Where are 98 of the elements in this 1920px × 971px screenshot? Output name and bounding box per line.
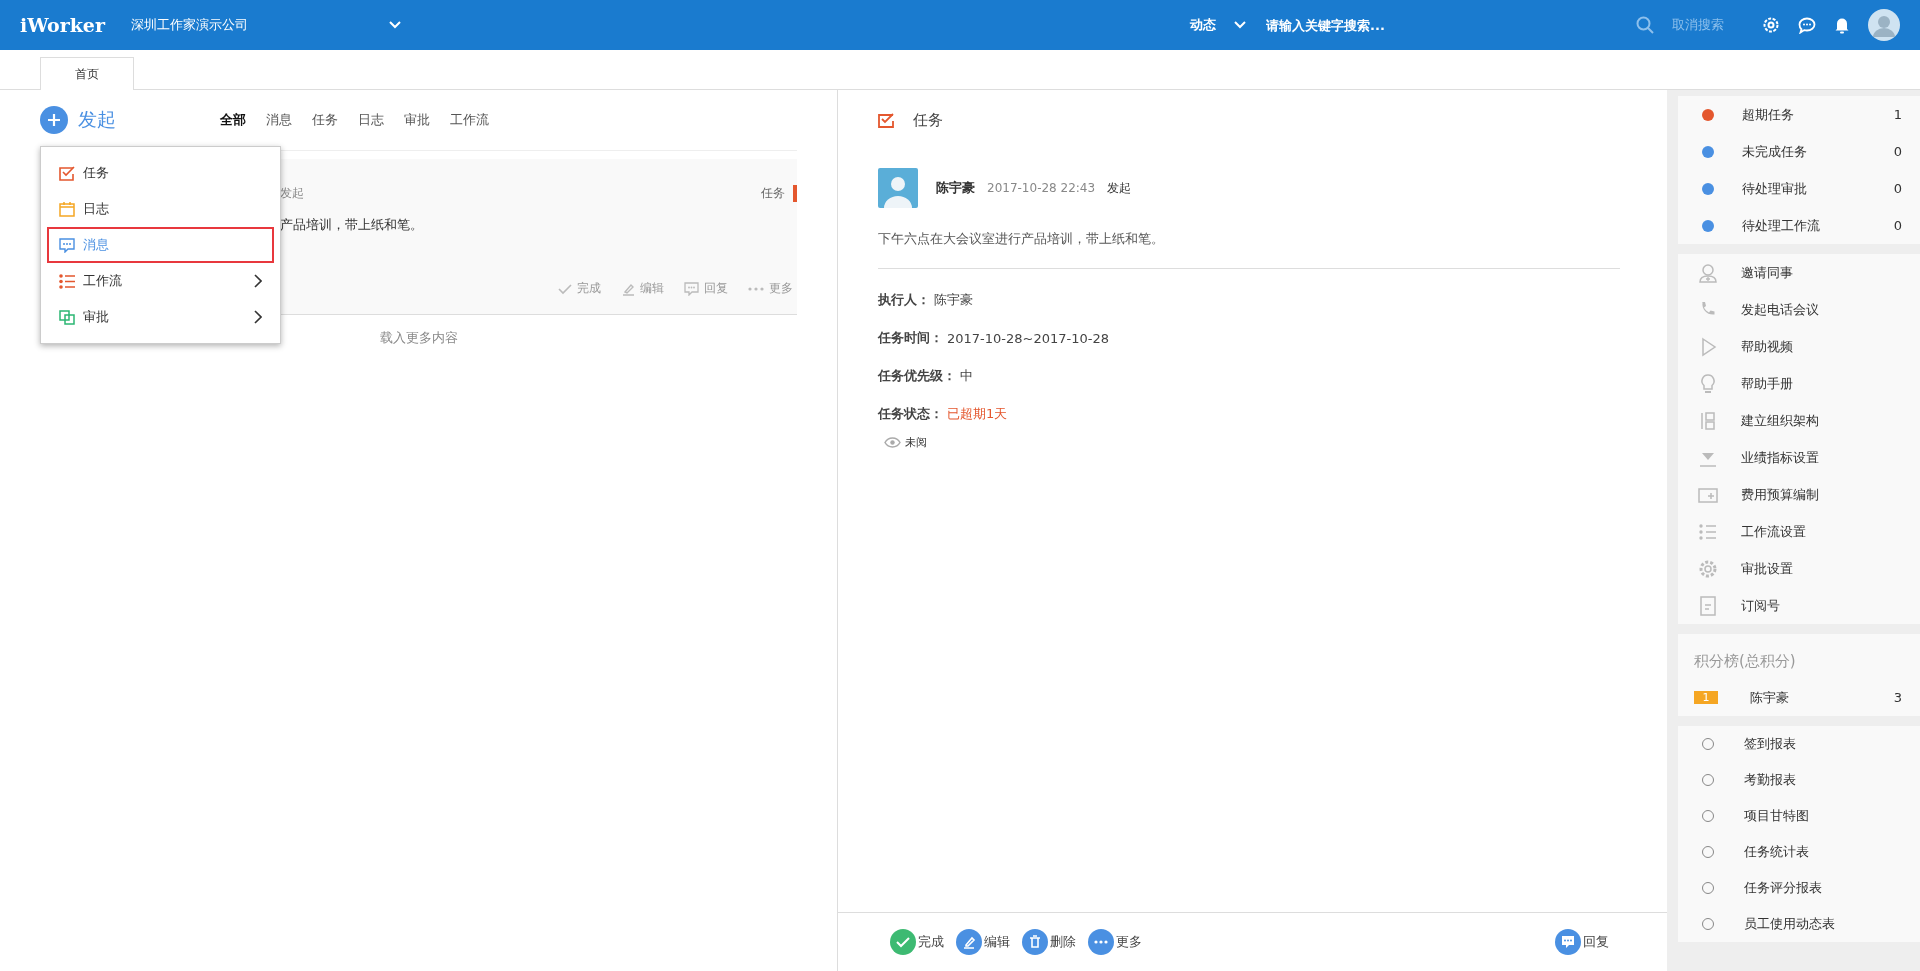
chevron-right-icon	[254, 274, 262, 288]
field-value: 陈宇豪	[934, 291, 973, 309]
settings-icon[interactable]	[1762, 16, 1780, 34]
card-text: 产品培训，带上纸和笔。	[280, 216, 424, 234]
pencil-icon	[621, 281, 635, 296]
read-status: 未阅	[905, 435, 927, 450]
sidebar-link[interactable]: 业绩指标设置	[1741, 448, 1902, 467]
sidebar-link[interactable]: 工作流设置	[1741, 522, 1902, 541]
settings-icon	[1698, 558, 1718, 579]
detail-title: 任务	[913, 110, 943, 130]
chat-bubble-icon	[684, 281, 699, 296]
detail-action-button[interactable]: 编辑	[956, 929, 1010, 955]
eye-icon	[884, 437, 901, 448]
chat-bubble-icon	[59, 237, 75, 253]
sidebar-link[interactable]: 审批设置	[1741, 559, 1902, 578]
sidebar-link[interactable]: 建立组织架构	[1741, 411, 1902, 430]
report-link[interactable]: 签到报表	[1744, 735, 1902, 753]
detail-action-button[interactable]: 完成	[890, 929, 944, 955]
report-link[interactable]: 考勤报表	[1744, 771, 1902, 789]
menu-item[interactable]: 日志	[47, 191, 274, 227]
more-icon	[1088, 929, 1114, 955]
squares-icon	[59, 309, 75, 325]
sidebar-link[interactable]: 帮助手册	[1741, 374, 1902, 393]
leader-name: 陈宇豪	[1750, 688, 1790, 707]
report-link[interactable]: 员工使用动态表	[1744, 915, 1902, 933]
person-plus-icon	[1698, 262, 1718, 283]
chevron-down-icon[interactable]	[1234, 21, 1246, 29]
scope-dropdown[interactable]: 动态	[1190, 16, 1216, 34]
stat-count: 0	[1893, 181, 1902, 196]
org-icon	[1698, 410, 1718, 431]
trash-icon	[1022, 929, 1048, 955]
leaderboard-title: 积分榜(总积分)	[1693, 651, 1797, 672]
menu-item[interactable]: 工作流	[47, 263, 274, 299]
filter-tab[interactable]: 审批	[404, 111, 430, 129]
menu-item[interactable]: 消息	[47, 227, 274, 263]
pencil-icon	[956, 929, 982, 955]
search-field[interactable]: 请输入关键字搜索...	[1264, 16, 1518, 34]
post-action: 发起	[1107, 179, 1132, 197]
author-avatar	[878, 168, 918, 208]
report-link[interactable]: 任务统计表	[1744, 843, 1902, 861]
filter-tab[interactable]: 全部	[220, 111, 246, 129]
card-action: 发起	[280, 185, 304, 202]
field-label: 任务时间：	[878, 329, 943, 347]
calendar-icon	[59, 201, 75, 217]
bulb-icon	[1698, 373, 1718, 394]
field-value: 已超期1天	[947, 405, 1008, 423]
report-link[interactable]: 任务评分报表	[1744, 879, 1902, 897]
page-tab[interactable]: 首页	[40, 57, 134, 90]
app-logo: iWorker	[20, 14, 105, 36]
task-description: 下午六点在大会议室进行产品培训，带上纸和笔。	[878, 230, 1165, 248]
stat-count: 0	[1893, 144, 1902, 159]
stat-count: 0	[1893, 218, 1902, 233]
stat-label[interactable]: 未完成任务	[1742, 142, 1894, 161]
reply-button[interactable]: 回复	[1555, 929, 1609, 955]
menu-item[interactable]: 任务	[47, 155, 274, 191]
stat-label[interactable]: 超期任务	[1742, 105, 1894, 124]
report-link[interactable]: 项目甘特图	[1744, 807, 1902, 825]
field-value: 2017-10-28~2017-10-28	[947, 330, 1109, 346]
plus-icon	[40, 106, 68, 134]
stat-count: 1	[1893, 107, 1902, 122]
check-icon	[558, 282, 572, 295]
field-label: 任务状态：	[878, 405, 943, 423]
check-icon	[890, 929, 916, 955]
filter-tab[interactable]: 工作流	[450, 111, 489, 129]
detail-action-button[interactable]: 更多	[1088, 929, 1142, 955]
sidebar-link[interactable]: 帮助视频	[1741, 337, 1902, 356]
user-avatar[interactable]	[1868, 9, 1900, 41]
chat-icon[interactable]	[1798, 16, 1816, 34]
list-icon	[59, 273, 75, 289]
sidebar-link[interactable]: 邀请同事	[1741, 263, 1902, 282]
stat-label[interactable]: 待处理审批	[1742, 179, 1894, 198]
field-value: 中	[960, 367, 973, 385]
leader-score: 3	[1893, 690, 1902, 705]
chevron-down-icon[interactable]	[388, 21, 401, 29]
field-label: 任务优先级：	[878, 367, 956, 385]
card-tag: 任务	[761, 185, 797, 202]
sidebar-link[interactable]: 发起电话会议	[1741, 300, 1902, 319]
document-icon	[1698, 595, 1718, 616]
filter-tab[interactable]: 消息	[266, 111, 292, 129]
sidebar-link[interactable]: 订阅号	[1741, 596, 1902, 615]
filter-tab[interactable]: 日志	[358, 111, 384, 129]
author-name: 陈宇豪	[936, 179, 975, 197]
company-name: 深圳工作家演示公司	[130, 16, 249, 34]
checkbox-icon	[878, 112, 895, 128]
filter-tab[interactable]: 任务	[312, 111, 338, 129]
checkbox-icon	[59, 165, 75, 181]
search-icon[interactable]	[1636, 16, 1654, 34]
post-time: 2017-10-28 22:43	[987, 181, 1096, 195]
bell-icon[interactable]	[1834, 16, 1850, 34]
sidebar-link[interactable]: 费用预算编制	[1741, 485, 1902, 504]
more-icon	[748, 286, 764, 291]
list-icon	[1698, 521, 1718, 542]
detail-action-button[interactable]: 删除	[1022, 929, 1076, 955]
stat-label[interactable]: 待处理工作流	[1742, 216, 1894, 235]
chat-bubble-icon	[1555, 929, 1581, 955]
rank-badge: 1	[1694, 691, 1718, 704]
chevron-right-icon	[254, 310, 262, 324]
field-label: 执行人：	[878, 291, 930, 309]
